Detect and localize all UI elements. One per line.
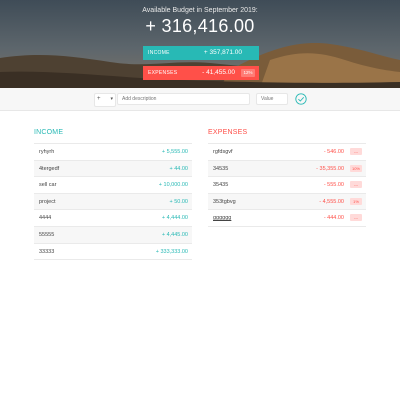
income-item[interactable]: ryhyrh + 5,555.00 — [34, 143, 192, 160]
item-description: 55555 — [39, 231, 55, 238]
expense-item[interactable]: rgfdsgvf - 546.00 --- — [208, 143, 366, 160]
item-description: project — [39, 198, 56, 205]
add-item-bar: + ▾ — [0, 88, 400, 111]
income-summary: Income + 357,871.00 — [143, 46, 259, 60]
item-value: + 50.00 — [169, 198, 188, 205]
item-value: + 44.00 — [169, 165, 188, 172]
income-summary-label: Income — [148, 50, 170, 56]
item-value: + 4,444.00 — [161, 215, 188, 222]
item-description: sell car — [39, 182, 57, 189]
type-select[interactable]: + ▾ — [94, 93, 116, 107]
description-input[interactable] — [117, 93, 250, 105]
expenses-summary: Expenses - 41,455.00 12% — [143, 66, 259, 80]
item-value: - 444.00 — [323, 215, 344, 222]
item-description: 353tgbvg — [213, 198, 236, 205]
expenses-summary-label: Expenses — [148, 70, 178, 76]
item-value: - 35,355.00 — [316, 165, 344, 172]
item-percentage-badge: --- — [350, 148, 362, 155]
expenses-list: Expenses rgfdsgvf - 546.00 --- 34535 - 3… — [208, 129, 366, 227]
item-value: + 333,333.00 — [155, 248, 188, 255]
item-percentage-badge: --- — [350, 181, 362, 189]
income-item[interactable]: 4tergedf + 44.00 — [34, 159, 192, 177]
income-item[interactable]: sell car + 10,000.00 — [34, 176, 192, 193]
item-value: - 555.00 — [323, 182, 344, 189]
item-value: + 5,555.00 — [161, 149, 188, 155]
item-description: 33333 — [39, 248, 55, 255]
expense-item[interactable]: gggggg - 444.00 --- — [208, 209, 366, 227]
income-item[interactable]: 4444 + 4,444.00 — [34, 209, 192, 226]
income-item[interactable]: 55555 + 4,445.00 — [34, 225, 192, 243]
expenses-title: Expenses — [208, 129, 248, 136]
income-summary-value: + 357,871.00 — [203, 49, 242, 56]
item-value: + 10,000.00 — [158, 182, 188, 189]
expenses-summary-value: - 41,455.00 — [202, 69, 235, 76]
expense-item[interactable]: 353tgbvg - 4,555.00 1% — [208, 192, 366, 210]
item-description: 35435 — [213, 182, 229, 189]
income-item[interactable]: project + 50.00 — [34, 192, 192, 210]
item-percentage-badge: --- — [350, 214, 362, 222]
type-select-value: + — [97, 96, 101, 102]
income-item[interactable]: 33333 + 333,333.00 — [34, 242, 192, 261]
item-value: - 546.00 — [323, 149, 344, 155]
item-percentage-badge: 1% — [350, 197, 362, 205]
income-title: Income — [34, 129, 64, 136]
item-percentage-badge: 10% — [350, 164, 362, 172]
item-description: gggggg — [213, 215, 232, 222]
income-list: Income ryhyrh + 5,555.00 4tergedf + 44.0… — [34, 129, 192, 261]
chevron-down-icon: ▾ — [110, 96, 113, 102]
expense-item[interactable]: 35435 - 555.00 --- — [208, 176, 366, 193]
budget-header: Available Budget in September 2019: + 31… — [0, 0, 400, 88]
budget-title: Available Budget in September 2019: — [142, 7, 258, 14]
item-description: 4tergedf — [39, 165, 60, 172]
available-budget-value: + 316,416.00 — [145, 16, 255, 36]
add-checkmark-icon[interactable] — [295, 93, 307, 105]
value-input[interactable] — [256, 93, 288, 105]
expense-item[interactable]: 34535 - 35,355.00 10% — [208, 159, 366, 177]
item-description: 4444 — [39, 215, 52, 222]
item-description: 34535 — [213, 165, 229, 172]
item-description: ryhyrh — [39, 149, 55, 155]
expenses-percentage-badge: 12% — [241, 69, 255, 77]
item-value: + 4,445.00 — [161, 231, 188, 238]
item-description: rgfdsgvf — [213, 149, 233, 155]
item-value: - 4,555.00 — [319, 198, 344, 205]
